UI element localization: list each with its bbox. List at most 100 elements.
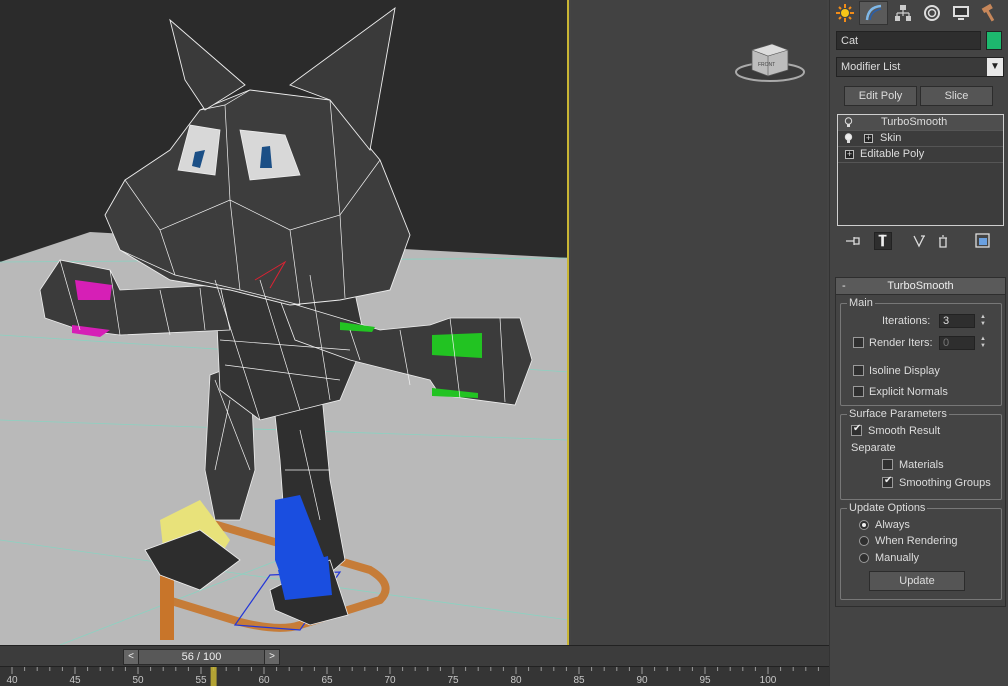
when-rendering-label: When Rendering: [875, 535, 958, 547]
lightbulb-icon[interactable]: [844, 117, 853, 128]
expand-icon[interactable]: +: [864, 134, 873, 143]
rollout-title: TurboSmooth: [887, 280, 954, 292]
manually-radio[interactable]: [859, 553, 869, 563]
right-pupil: [260, 146, 272, 168]
create-icon: [835, 4, 854, 22]
modifier-list-label: Modifier List: [841, 61, 901, 73]
timeline: < 56 / 100 > 40 45 50 55 60 65 70 75 80 85 90 95 100: [0, 645, 829, 686]
previous-frame-button[interactable]: <: [124, 650, 139, 664]
create-tab[interactable]: [830, 1, 859, 25]
surface-parameters-group: Surface Parameters Smooth Result Separat…: [840, 408, 1002, 500]
top-viewport[interactable]: FRONT: [571, 0, 827, 645]
explicit-normals-checkbox[interactable]: [853, 386, 864, 397]
update-options-group: Update Options Always When Rendering Man…: [840, 502, 1002, 600]
make-unique-icon[interactable]: [912, 232, 930, 250]
main-group: Main Iterations: 3 ▲ ▼ Render Iters: 0 ▲ ▼…: [840, 297, 1002, 406]
always-radio[interactable]: [859, 520, 869, 530]
perspective-viewport[interactable]: [0, 0, 569, 645]
frame-tick-label: 85: [573, 675, 585, 686]
when-rendering-radio[interactable]: [859, 536, 869, 546]
stack-item-label: TurboSmooth: [881, 116, 948, 128]
expand-icon[interactable]: +: [845, 150, 854, 159]
smoothing-groups-checkbox[interactable]: [882, 475, 893, 488]
update-button[interactable]: Update: [869, 571, 965, 591]
frame-tick-label: 80: [510, 675, 522, 686]
lightbulb-icon[interactable]: [844, 133, 853, 144]
utilities-tab[interactable]: [975, 1, 1004, 25]
modify-tab[interactable]: [859, 1, 888, 25]
explicit-normals-label: Explicit Normals: [869, 386, 948, 398]
frame-tick-label: 70: [384, 675, 396, 686]
materials-label: Materials: [899, 459, 944, 471]
hierarchy-tab[interactable]: [888, 1, 917, 25]
smoothing-groups-label: Smoothing Groups: [899, 477, 991, 489]
manually-label: Manually: [875, 552, 920, 564]
object-name-field[interactable]: [836, 31, 981, 50]
slice-button[interactable]: Slice: [920, 86, 993, 106]
frame-tick-label: 45: [69, 675, 81, 686]
frame-tick-label: 90: [636, 675, 648, 686]
spinner-arrows-icon[interactable]: ▲ ▼: [978, 314, 988, 328]
hierarchy-icon: [894, 5, 911, 21]
viewport-scene: [0, 6, 567, 645]
command-panel-tabs: [830, 0, 1008, 26]
chevron-down-icon: ▼: [987, 58, 1003, 76]
render-iters-spinner[interactable]: 0: [939, 336, 975, 350]
turbosmooth-rollout: - TurboSmooth Main Iterations: 3 ▲ ▼ Rend…: [835, 277, 1006, 607]
isoline-display-checkbox[interactable]: [853, 365, 864, 376]
show-end-result-icon: [878, 234, 887, 247]
time-slider[interactable]: < 56 / 100 >: [123, 649, 280, 665]
modifier-list-dropdown[interactable]: Modifier List ▼: [836, 57, 1004, 77]
viewcube-face-label: FRONT: [758, 62, 775, 68]
stack-item-label: Skin: [880, 132, 902, 144]
collapse-icon: -: [842, 280, 846, 292]
rollout-header[interactable]: - TurboSmooth: [836, 278, 1005, 295]
next-frame-button[interactable]: >: [264, 650, 279, 664]
iterations-label: Iterations:: [882, 315, 931, 327]
command-panel: Modifier List ▼ Edit Poly Slice TurboSmo…: [829, 0, 1008, 686]
always-label: Always: [875, 519, 910, 531]
frame-tick-label: 60: [258, 675, 270, 686]
time-slider-label: 56 / 100: [181, 651, 222, 663]
smooth-result-checkbox[interactable]: [851, 423, 862, 436]
utilities-icon: [981, 3, 994, 22]
frame-tick-label: 100: [759, 675, 777, 686]
right-hand-bone: [432, 333, 482, 358]
track-bar[interactable]: 40 45 50 55 60 65 70 75 80 85 90 95 100: [0, 666, 829, 686]
edit-poly-button[interactable]: Edit Poly: [844, 86, 917, 106]
frame-tick-label: 75: [447, 675, 459, 686]
iterations-spinner[interactable]: 3: [939, 314, 975, 328]
isoline-display-label: Isoline Display: [869, 365, 940, 377]
pin-stack-icon[interactable]: [844, 232, 862, 250]
smooth-result-label: Smooth Result: [868, 425, 941, 437]
stack-item-editable-poly[interactable]: + Editable Poly: [838, 147, 1003, 163]
motion-icon: [923, 5, 940, 21]
configure-sets-icon[interactable]: [974, 232, 992, 250]
stack-item-turbosmooth[interactable]: TurboSmooth: [838, 115, 1003, 131]
frame-tick-label: 55: [195, 675, 207, 686]
frame-tick-label: 50: [132, 675, 144, 686]
render-iters-label: Render Iters:: [869, 337, 933, 349]
group-title: Update Options: [847, 502, 928, 514]
object-color-swatch[interactable]: [986, 31, 1002, 50]
frame-tick-label: 95: [699, 675, 711, 686]
show-end-result-button[interactable]: [874, 232, 892, 250]
stack-item-label: Editable Poly: [860, 148, 925, 160]
render-iters-checkbox[interactable]: [853, 337, 864, 348]
remove-modifier-icon[interactable]: [934, 232, 952, 250]
display-tab[interactable]: [946, 1, 975, 25]
motion-tab[interactable]: [917, 1, 946, 25]
spinner-arrows-icon[interactable]: ▲ ▼: [978, 336, 988, 350]
frame-tick-label: 40: [6, 675, 18, 686]
modify-icon: [865, 4, 881, 21]
modifier-stack[interactable]: TurboSmooth + Skin + Editable Poly: [837, 114, 1004, 226]
stack-item-skin[interactable]: + Skin: [838, 131, 1003, 147]
materials-checkbox[interactable]: [882, 459, 893, 470]
current-frame-marker: [210, 667, 217, 686]
frame-tick-label: 65: [321, 675, 333, 686]
display-icon: [952, 6, 969, 20]
viewcube-icon[interactable]: FRONT: [734, 36, 806, 86]
separate-label: Separate: [851, 442, 896, 454]
group-title: Main: [847, 297, 875, 309]
group-title: Surface Parameters: [847, 408, 949, 420]
